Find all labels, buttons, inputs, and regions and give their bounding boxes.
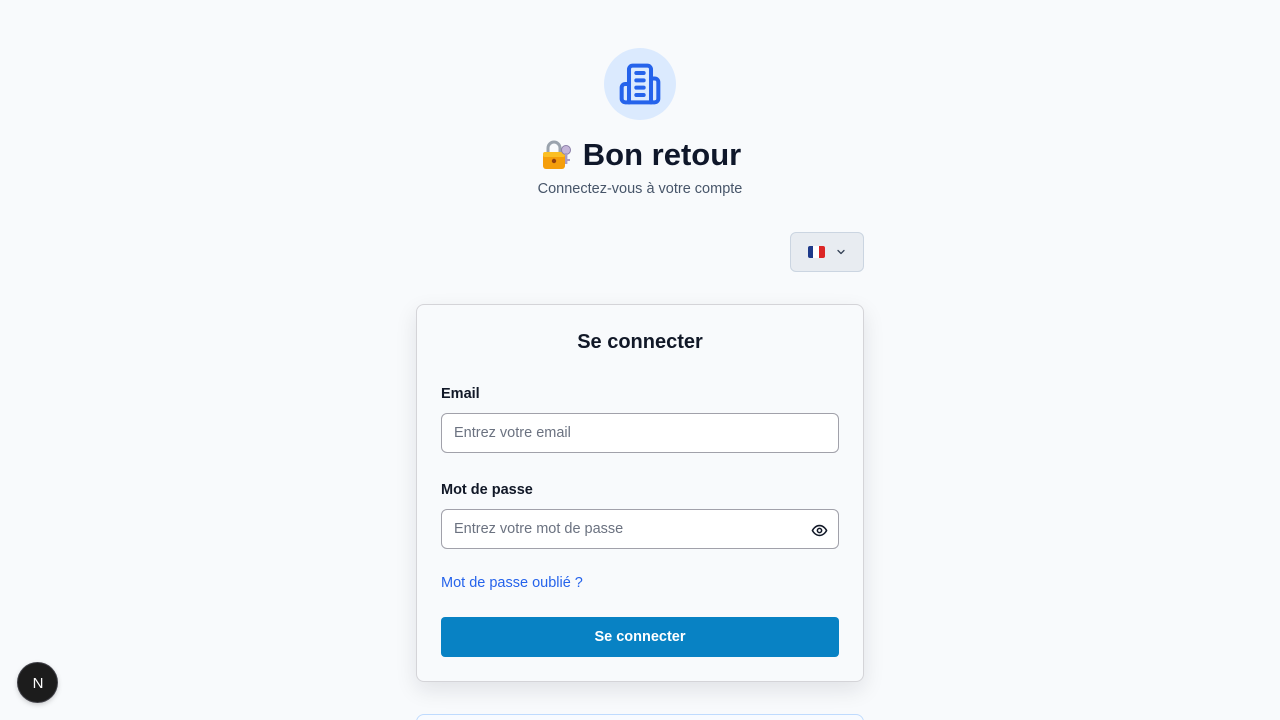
chevron-down-icon (836, 249, 845, 255)
password-label: Mot de passe (441, 482, 533, 498)
lock-with-key-icon (539, 138, 573, 172)
login-submit-button[interactable]: Se connecter (441, 617, 839, 657)
page-title-text: Bon retour (582, 137, 742, 172)
n-logo-icon: N (32, 675, 43, 692)
login-page: Bon retour Connectez-vous à votre compte… (0, 0, 1280, 720)
email-label: Email (441, 386, 480, 402)
email-input[interactable] (441, 413, 839, 453)
france-flag-icon (807, 246, 825, 258)
info-card (416, 714, 864, 720)
page-subtitle: Connectez-vous à votre compte (537, 181, 743, 197)
login-card-title: Se connecter (577, 331, 703, 353)
app-logo (604, 48, 676, 120)
show-password-toggle[interactable] (809, 520, 829, 540)
password-input[interactable] (441, 509, 839, 549)
building-icon (619, 63, 661, 105)
forgot-password-link[interactable]: Mot de passe oublié ? (441, 575, 583, 591)
login-card: Se connecter Email Mot de passe Mot de p… (416, 304, 864, 682)
eye-icon (811, 524, 827, 536)
language-selector[interactable] (790, 232, 864, 272)
page-title: Bon retour (0, 134, 1280, 176)
dev-tools-badge[interactable]: N (18, 663, 57, 702)
svg-text:N: N (32, 675, 43, 692)
